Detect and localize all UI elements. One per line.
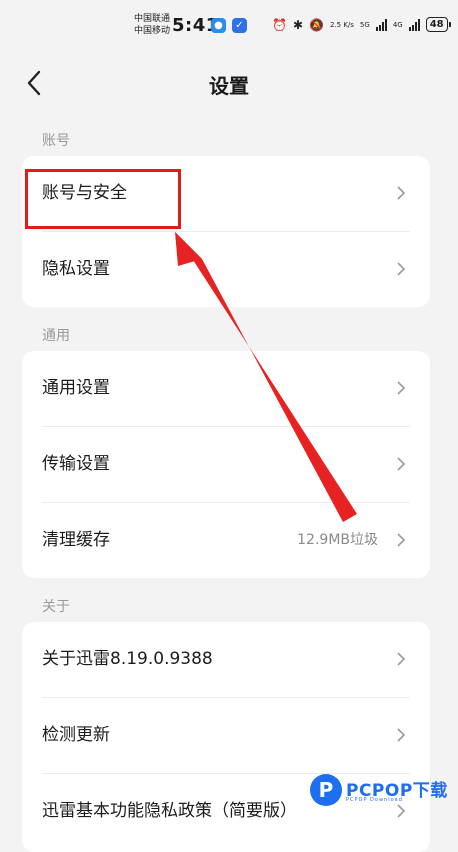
annotation-highlight-box (25, 169, 181, 229)
item-label: 迅雷基本功能隐私政策（简要版） (42, 801, 297, 821)
network-5g-label: 5G (359, 20, 370, 29)
pcpop-watermark: P PCPOP下载 PCPOP Download (310, 770, 458, 812)
carrier-info: 中国联通 中国移动 (134, 13, 170, 37)
transfer-settings-item[interactable]: 传输设置 (22, 427, 430, 502)
status-bar: 中国联通 中国移动 5:41 ● ✓ ⏰ ✱ 🔕 2.5 K/s 5G 4G 4… (0, 0, 458, 52)
item-label: 传输设置 (42, 454, 110, 474)
section-label-general: 通用 (42, 328, 70, 344)
chevron-right-icon (397, 262, 406, 276)
mute-icon: 🔕 (309, 17, 324, 32)
item-label: 通用设置 (42, 378, 110, 398)
signal-4g-icon (408, 18, 420, 31)
alarm-icon: ⏰ (272, 17, 287, 32)
about-version-item[interactable]: 关于迅雷8.19.0.9388 (22, 622, 430, 697)
chevron-right-icon (397, 652, 406, 666)
cache-size-value: 12.9MB垃圾 (297, 532, 378, 548)
chevron-right-icon (397, 533, 406, 547)
chevron-right-icon (397, 457, 406, 471)
system-icons: ⏰ ✱ 🔕 2.5 K/s 5G 4G 48 (272, 17, 451, 32)
chevron-right-icon (397, 186, 406, 200)
pcpop-logo-icon: P (310, 774, 342, 806)
network-speed: 2.5 K/s (329, 20, 354, 29)
clear-cache-item[interactable]: 清理缓存 12.9MB垃圾 (22, 503, 430, 578)
item-label: 清理缓存 (42, 530, 110, 550)
network-4g-label: 4G (392, 20, 403, 29)
page-title: 设置 (209, 74, 249, 98)
message-app-icon: ● (211, 18, 226, 33)
item-label: 关于迅雷8.19.0.9388 (42, 649, 213, 669)
chevron-right-icon (397, 728, 406, 742)
carrier-2: 中国移动 (134, 26, 171, 36)
item-label: 检测更新 (42, 725, 110, 745)
watermark-sub: PCPOP Download (346, 797, 403, 803)
item-label: 隐私设置 (42, 259, 110, 279)
bluetooth-icon: ✱ (292, 17, 304, 32)
thunder-app-icon: ✓ (232, 18, 247, 33)
general-card: 通用设置 传输设置 清理缓存 12.9MB垃圾 (22, 351, 430, 578)
general-settings-item[interactable]: 通用设置 (22, 351, 430, 426)
signal-5g-icon (375, 18, 387, 31)
carrier-1: 中国联通 (134, 14, 171, 24)
section-label-account: 账号 (42, 133, 70, 149)
privacy-settings-item[interactable]: 隐私设置 (22, 232, 430, 307)
section-label-about: 关于 (42, 599, 70, 615)
about-card: 关于迅雷8.19.0.9388 检测更新 迅雷基本功能隐私政策（简要版） (22, 622, 430, 852)
check-update-item[interactable]: 检测更新 (22, 698, 430, 773)
battery-icon: 48 (425, 17, 451, 32)
chevron-right-icon (397, 381, 406, 395)
